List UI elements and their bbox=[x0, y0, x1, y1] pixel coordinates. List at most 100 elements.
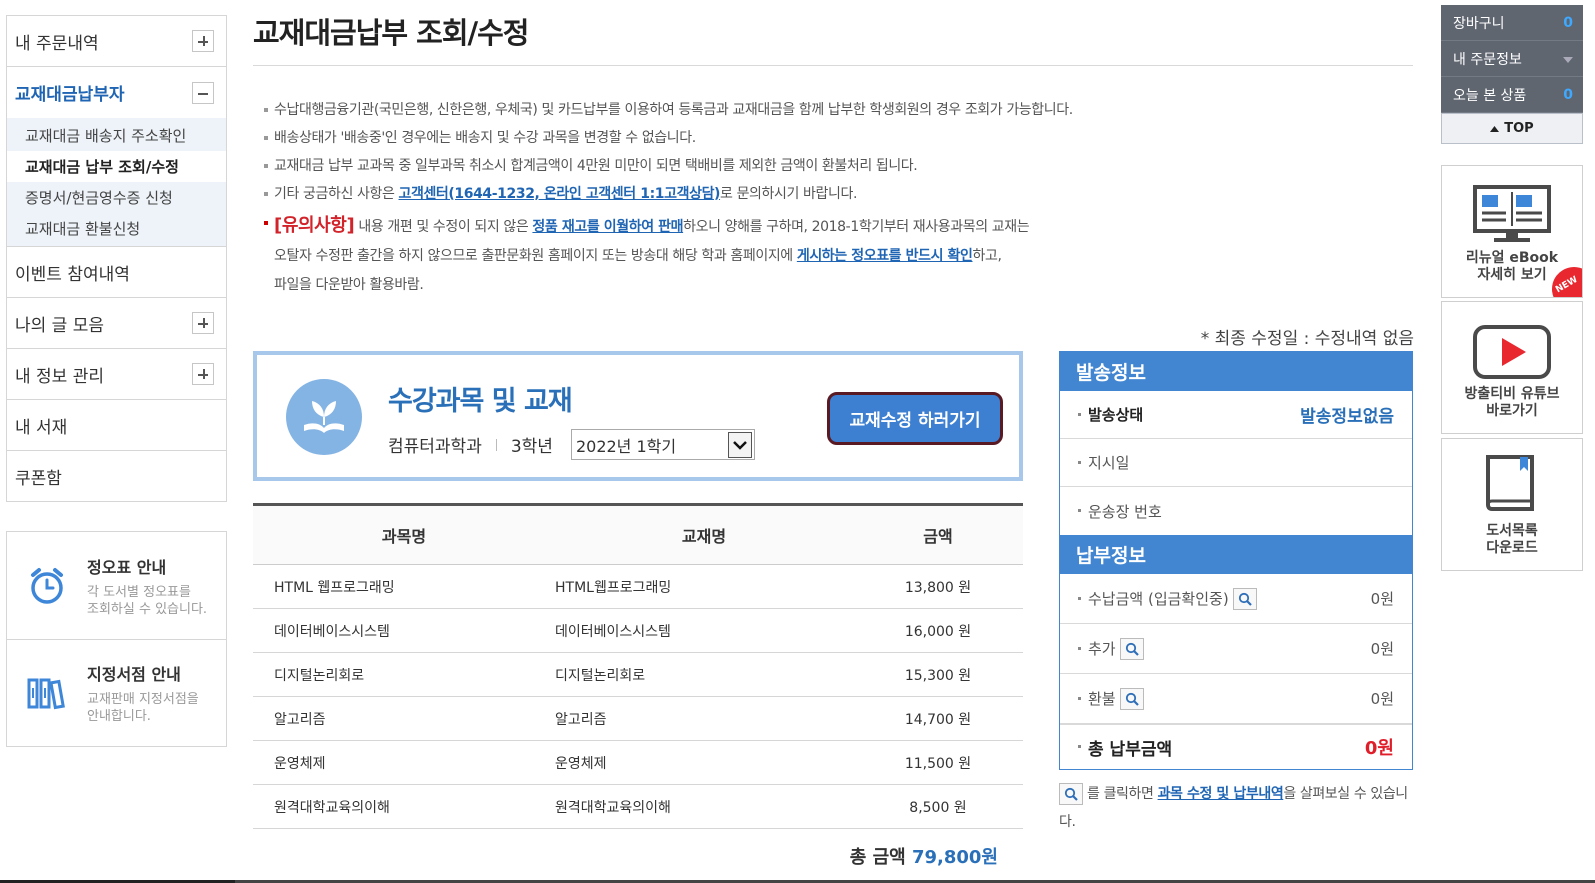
course-title: 수강과목 및 교재 bbox=[388, 386, 573, 417]
semester-select[interactable]: 2022년 1학기 bbox=[570, 429, 755, 460]
expand-plus-icon[interactable] bbox=[192, 30, 214, 52]
title-divider bbox=[253, 65, 1413, 66]
search-icon[interactable] bbox=[1232, 587, 1257, 610]
notice-item: 수납대행금융기관(국민은행, 신한은행, 우체국) 및 카드납부를 이용하여 등… bbox=[262, 96, 1102, 124]
extra-amount-row: 추가 0원 bbox=[1060, 624, 1412, 674]
customer-center-link[interactable]: 고객센터(1644-1232, 온라인 고객센터 1:1고객상담) bbox=[398, 186, 720, 202]
sidebar-nav: 내 주문내역 교재대금납부자 교재대금 배송지 주소확인 교재대금 납부 조회/… bbox=[6, 15, 227, 502]
sidebar-item-my-info[interactable]: 내 정보 관리 bbox=[7, 349, 226, 400]
collapse-minus-icon[interactable] bbox=[192, 81, 214, 104]
sidebar-subitem-receipt[interactable]: 증명서/현금영수증 신청 bbox=[7, 182, 226, 213]
quick-recent-label: 오늘 본 상품 bbox=[1453, 87, 1527, 104]
sidebar-subitem-refund[interactable]: 교재대금 환불신청 bbox=[7, 213, 226, 244]
stock-carryover-link[interactable]: 정품 재고를 이월하여 판매 bbox=[532, 219, 683, 235]
table-row: 디지털논리회로 디지털논리회로 15,300 원 bbox=[253, 652, 1023, 697]
total-paid-value: 0원 bbox=[1364, 738, 1394, 759]
grade-label: 3학년 bbox=[510, 437, 553, 457]
youtube-play-icon bbox=[1472, 318, 1552, 380]
table-row: 데이터베이스시스템 데이터베이스시스템 16,000 원 bbox=[253, 608, 1023, 653]
tracking-number-label: 운송장 번호 bbox=[1078, 501, 1162, 522]
sidebar-subitem-payment-inquiry[interactable]: 교재대금 납부 조회/수정 bbox=[7, 151, 226, 182]
total-amount-value: 79,800원 bbox=[911, 847, 998, 868]
bookstore-desc-1: 교재판매 지정서점을 bbox=[87, 692, 199, 707]
search-icon[interactable] bbox=[1119, 687, 1144, 710]
bookstore-title: 지정서점 안내 bbox=[87, 665, 181, 684]
shipping-status-label: 발송상태 bbox=[1078, 404, 1143, 425]
sidebar-item-label: 내 주문내역 bbox=[15, 33, 99, 54]
bookstore-desc-2: 안내합니다. bbox=[87, 709, 151, 724]
bookstore-guide-box[interactable]: 지정서점 안내 교재판매 지정서점을 안내합니다. bbox=[7, 639, 226, 746]
sidebar-item-orders[interactable]: 내 주문내역 bbox=[7, 16, 226, 67]
header-book: 교재명 bbox=[555, 504, 853, 565]
alarm-clock-icon bbox=[25, 566, 69, 606]
cell-subject: 디지털논리회로 bbox=[253, 652, 555, 697]
quick-recent-items[interactable]: 오늘 본 상품 0 bbox=[1441, 77, 1583, 113]
errata-check-link[interactable]: 게시하는 정오표를 반드시 확인 bbox=[797, 248, 973, 264]
table-row: 운영체제 운영체제 11,500 원 bbox=[253, 740, 1023, 785]
cell-price: 13,800 원 bbox=[853, 564, 1023, 609]
total-amount: 총 금액 79,800원 bbox=[850, 843, 998, 869]
catalog-download-banner[interactable]: 도서목록 다운로드 bbox=[1441, 438, 1583, 571]
catalog-banner-text: 도서목록 다운로드 bbox=[1486, 523, 1538, 556]
payment-header: 납부정보 bbox=[1060, 535, 1412, 574]
expand-plus-icon[interactable] bbox=[192, 312, 214, 334]
cell-book: 원격대학교육의이해 bbox=[555, 784, 853, 829]
sidebar-item-label: 쿠폰함 bbox=[15, 468, 62, 489]
notice-item: 교재대금 납부 교과목 중 일부과목 취소시 합계금액이 4만원 미만이 되면 … bbox=[262, 152, 1102, 180]
expand-plus-icon[interactable] bbox=[192, 363, 214, 385]
shipping-date-row: 지시일 bbox=[1060, 439, 1412, 487]
cell-subject: 원격대학교육의이해 bbox=[253, 784, 555, 829]
errata-guide-box[interactable]: 정오표 안내 각 도서별 정오표를 조회하실 수 있습니다. bbox=[7, 532, 226, 639]
cell-price: 11,500 원 bbox=[853, 740, 1023, 785]
sidebar-item-textbook-payer[interactable]: 교재대금납부자 bbox=[7, 67, 226, 118]
quick-cart-count: 0 bbox=[1563, 14, 1573, 31]
total-paid-label: 총 납부금액 bbox=[1078, 735, 1172, 760]
ebook-banner[interactable]: 리뉴얼 eBook 자세히 보기 NEW bbox=[1441, 165, 1583, 298]
table-row: 원격대학교육의이해 원격대학교육의이해 8,500 원 bbox=[253, 784, 1023, 829]
chevron-down-icon[interactable] bbox=[727, 431, 752, 458]
shipping-payment-panel: 발송정보 발송상태 발송정보없음 지시일 운송장 번호 납부정보 수납금액 (입… bbox=[1059, 351, 1413, 770]
sidebar-item-my-library[interactable]: 내 서재 bbox=[7, 400, 226, 451]
table-row: HTML 웹프로그래밍 HTML웹프로그래밍 13,800 원 bbox=[253, 564, 1023, 609]
quick-order-label: 내 주문정보 bbox=[1453, 51, 1522, 68]
notice-list: 수납대행금융기관(국민은행, 신한은행, 우체국) 및 카드납부를 이용하여 등… bbox=[262, 96, 1102, 300]
last-modified-date: * 최종 수정일 : 수정내역 없음 bbox=[1200, 329, 1414, 349]
quick-cart[interactable]: 장바구니 0 bbox=[1441, 5, 1583, 41]
cell-book: 데이터베이스시스템 bbox=[555, 608, 853, 653]
cell-subject: 알고리즘 bbox=[253, 696, 555, 741]
caret-down-icon bbox=[1563, 51, 1573, 67]
ebook-monitor-icon bbox=[1472, 182, 1552, 244]
table-row: 알고리즘 알고리즘 14,700 원 bbox=[253, 696, 1023, 741]
edit-textbook-button[interactable]: 교재수정 하러가기 bbox=[827, 392, 1003, 445]
sidebar-submenu: 교재대금 배송지 주소확인 교재대금 납부 조회/수정 증명서/현금영수증 신청… bbox=[7, 118, 226, 247]
sidebar-item-my-posts[interactable]: 나의 글 모음 bbox=[7, 298, 226, 349]
sidebar-info-boxes: 정오표 안내 각 도서별 정오표를 조회하실 수 있습니다. 지정서점 안내 교… bbox=[6, 531, 227, 747]
cell-book: 운영체제 bbox=[555, 740, 853, 785]
warning-tag: [유의사항] bbox=[274, 215, 355, 236]
extra-amount-label: 추가 bbox=[1088, 640, 1116, 658]
quick-order-info[interactable]: 내 주문정보 bbox=[1441, 41, 1583, 77]
sidebar-item-label: 내 정보 관리 bbox=[15, 366, 105, 387]
shipping-date-label: 지시일 bbox=[1078, 452, 1129, 473]
sidebar-subitem-address[interactable]: 교재대금 배송지 주소확인 bbox=[7, 120, 226, 151]
total-amount-label: 총 금액 bbox=[849, 847, 912, 868]
warning-notice: [유의사항] 내용 개편 및 수정이 되지 않은 정품 재고를 이월하여 판매하… bbox=[262, 211, 1102, 300]
search-icon[interactable] bbox=[1119, 637, 1144, 660]
cell-subject: HTML 웹프로그래밍 bbox=[253, 564, 555, 609]
notice-item: 배송상태가 '배송중'인 경우에는 배송지 및 수강 과목을 변경할 수 없습니… bbox=[262, 124, 1102, 152]
scroll-top-button[interactable]: TOP bbox=[1441, 113, 1583, 144]
cell-book: 디지털논리회로 bbox=[555, 652, 853, 697]
refund-amount-label: 환불 bbox=[1088, 690, 1116, 708]
paid-amount-row: 수납금액 (입금확인중) 0원 bbox=[1060, 574, 1412, 624]
course-payment-history-link[interactable]: 과목 수정 및 납부내역 bbox=[1158, 786, 1284, 802]
sidebar-item-coupons[interactable]: 쿠폰함 bbox=[7, 451, 226, 502]
youtube-banner[interactable]: 방출티비 유튜브 바로가기 bbox=[1441, 301, 1583, 434]
page-title: 교재대금납부 조회/수정 bbox=[253, 16, 529, 50]
books-icon bbox=[25, 676, 69, 710]
cell-book: HTML웹프로그래밍 bbox=[555, 564, 853, 609]
course-info: 컴퓨터과학과 3학년 2022년 1학기 bbox=[388, 429, 755, 460]
sidebar-item-events[interactable]: 이벤트 참여내역 bbox=[7, 247, 226, 298]
errata-title: 정오표 안내 bbox=[87, 557, 167, 577]
sidebar-item-label: 내 서재 bbox=[15, 417, 68, 438]
header-subject: 과목명 bbox=[253, 504, 555, 565]
